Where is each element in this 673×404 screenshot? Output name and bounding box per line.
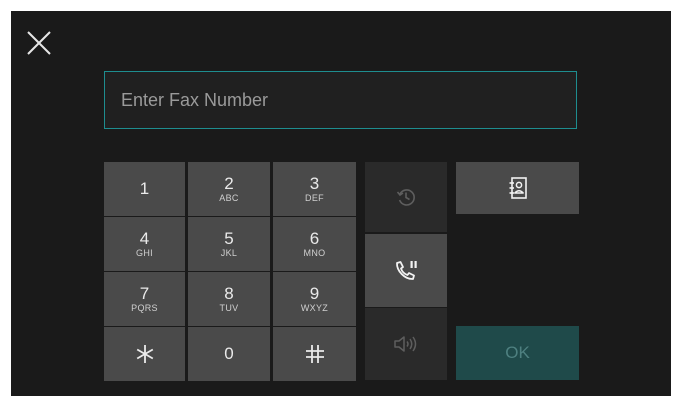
key-digit: 5: [224, 228, 234, 248]
key-letters: TUV: [219, 302, 239, 313]
key-9[interactable]: 9 WXYZ: [273, 272, 356, 326]
key-digit: 4: [139, 228, 150, 248]
close-icon: [27, 31, 51, 55]
key-letters: WXYZ: [300, 302, 329, 313]
key-digit: 0: [224, 344, 234, 363]
key-digit: 3: [309, 173, 320, 193]
dial-keypad: 1 2 ABC 3 DEF 4 GHI 5 JKL 6 MNO 7 PQRS 8…: [104, 162, 356, 381]
key-digit: 7: [139, 283, 150, 303]
redial-button[interactable]: [365, 162, 447, 232]
key-digit: 1: [139, 179, 150, 198]
key-hash[interactable]: [273, 327, 356, 381]
key-7[interactable]: 7 PQRS: [104, 272, 185, 326]
key-1[interactable]: 1: [104, 162, 185, 216]
key-4[interactable]: 4 GHI: [104, 217, 185, 271]
redial-icon: [396, 189, 415, 206]
on-hook-dial-button[interactable]: [365, 234, 447, 307]
fax-number-input[interactable]: [104, 71, 577, 129]
key-letters: DEF: [305, 192, 324, 203]
hash-icon: [305, 345, 324, 363]
key-letters: JKL: [220, 247, 238, 258]
key-letters: ABC: [219, 192, 239, 203]
key-2[interactable]: 2 ABC: [188, 162, 270, 216]
close-button[interactable]: [25, 29, 53, 57]
speaker-icon: [394, 336, 417, 352]
speaker-button[interactable]: [365, 308, 447, 380]
key-digit: 6: [309, 228, 320, 248]
on-hook-dial-icon: [396, 260, 417, 280]
address-book-button[interactable]: [456, 162, 579, 214]
asterisk-icon: [136, 345, 153, 363]
key-0[interactable]: 0: [188, 327, 270, 381]
key-letters: GHI: [136, 247, 153, 258]
key-8[interactable]: 8 TUV: [188, 272, 270, 326]
ok-button[interactable]: OK: [456, 326, 579, 380]
key-letters: PQRS: [131, 302, 158, 313]
key-digit: 8: [224, 283, 234, 303]
key-5[interactable]: 5 JKL: [188, 217, 270, 271]
key-digit: 9: [309, 283, 320, 303]
fax-dial-screen: 1 2 ABC 3 DEF 4 GHI 5 JKL 6 MNO 7 PQRS 8…: [11, 11, 671, 396]
key-digit: 2: [224, 173, 234, 193]
key-6[interactable]: 6 MNO: [273, 217, 356, 271]
address-book-icon: [509, 177, 527, 199]
key-letters: MNO: [303, 247, 326, 258]
ok-label: OK: [505, 343, 530, 362]
key-3[interactable]: 3 DEF: [273, 162, 356, 216]
key-star[interactable]: [104, 327, 185, 381]
